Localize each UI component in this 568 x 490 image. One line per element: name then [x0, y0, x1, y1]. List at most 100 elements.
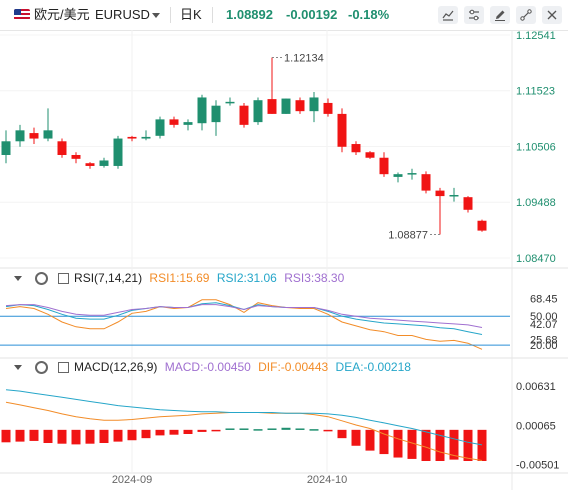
macd-value: MACD:-0.00450: [164, 360, 251, 374]
candle-body[interactable]: [463, 197, 473, 210]
macd-bar[interactable]: [393, 429, 403, 458]
draw-pencil-icon[interactable]: [490, 6, 510, 24]
macd-bar[interactable]: [337, 429, 347, 439]
price-tick-label: 1.11523: [516, 86, 555, 98]
candle-body[interactable]: [365, 152, 375, 158]
candle-body[interactable]: [281, 98, 291, 114]
macd-bar[interactable]: [351, 429, 361, 446]
candle-body[interactable]: [337, 113, 347, 147]
rsi3-value: RSI3:38.30: [284, 271, 345, 285]
macd-bar[interactable]: [267, 428, 277, 430]
candle-body[interactable]: [449, 194, 459, 197]
candle-body[interactable]: [379, 157, 389, 175]
indicator-icon[interactable]: [516, 6, 536, 24]
macd-bar[interactable]: [183, 429, 193, 434]
candle-body[interactable]: [267, 99, 277, 114]
symbol-name[interactable]: 欧元/美元: [34, 0, 90, 30]
close-icon[interactable]: [542, 6, 562, 24]
indicator-box-icon: [57, 273, 69, 285]
macd-bar[interactable]: [43, 429, 53, 443]
candle-body[interactable]: [113, 138, 123, 166]
candle-body[interactable]: [183, 122, 193, 125]
candle-body[interactable]: [407, 173, 417, 175]
macd-bar[interactable]: [99, 429, 109, 443]
candle-body[interactable]: [169, 119, 179, 125]
x-axis-label: 2024-09: [112, 474, 152, 486]
rsi-title[interactable]: RSI(7,14,21): [74, 271, 142, 285]
candle-body[interactable]: [239, 105, 249, 125]
macd-bar[interactable]: [71, 429, 81, 445]
candle-body[interactable]: [15, 130, 25, 142]
candle-body[interactable]: [211, 105, 221, 123]
gear-icon[interactable]: [35, 272, 49, 286]
candle-body[interactable]: [309, 97, 319, 112]
macd-bar[interactable]: [155, 429, 165, 436]
rsi-legend: RSI(7,14,21) RSI1:15.69 RSI2:31.06 RSI3:…: [14, 270, 348, 286]
macd-legend: MACD(12,26,9) MACD:-0.00450 DIF:-0.00443…: [14, 359, 415, 375]
candle-chart-icon[interactable]: [438, 6, 458, 24]
macd-title[interactable]: MACD(12,26,9): [74, 360, 157, 374]
candle-body[interactable]: [155, 119, 165, 136]
symbol-code[interactable]: EURUSD: [95, 0, 150, 30]
gear-icon[interactable]: [35, 361, 49, 375]
macd-bar[interactable]: [239, 428, 249, 430]
rsi2-value: RSI2:31.06: [216, 271, 277, 285]
candle-body[interactable]: [435, 190, 445, 197]
toolbar-divider: [212, 7, 213, 23]
macd-bar[interactable]: [295, 428, 305, 430]
candle-body[interactable]: [421, 174, 431, 191]
timeframe-selector[interactable]: 日K: [180, 0, 202, 30]
candle-body[interactable]: [127, 136, 137, 139]
macd-bar[interactable]: [253, 429, 263, 431]
candle-body[interactable]: [295, 100, 305, 112]
macd-bar[interactable]: [57, 429, 67, 444]
collapse-icon[interactable]: [14, 365, 22, 371]
candle-body[interactable]: [393, 174, 403, 177]
candle-body[interactable]: [99, 160, 109, 166]
candle-body[interactable]: [141, 136, 151, 139]
macd-bar[interactable]: [197, 429, 207, 432]
price-change-pct: -0.18%: [348, 7, 390, 22]
macd-bar[interactable]: [169, 429, 179, 435]
price-chart[interactable]: 1.12541 1.11523 1.10506 1.09488 1.08470 1.121…: [0, 30, 568, 490]
price-tick-label: 1.10506: [516, 141, 556, 153]
macd-bar[interactable]: [127, 429, 137, 441]
macd-bar[interactable]: [29, 429, 39, 441]
candle-body[interactable]: [351, 144, 361, 153]
collapse-icon[interactable]: [14, 276, 22, 282]
rsi-tick-label: 20.00: [530, 340, 558, 352]
macd-bar[interactable]: [477, 429, 487, 461]
chart-settings-icon[interactable]: [464, 6, 484, 24]
candle-body[interactable]: [57, 141, 67, 155]
candle-body[interactable]: [71, 154, 81, 159]
macd-bar[interactable]: [113, 429, 123, 442]
macd-bar[interactable]: [211, 429, 221, 432]
price-tick-label: 1.12541: [516, 30, 556, 42]
low-price-label: 1.08877: [388, 229, 428, 241]
macd-bar[interactable]: [281, 427, 291, 430]
macd-bar[interactable]: [323, 429, 333, 432]
macd-bar[interactable]: [421, 429, 431, 461]
candle-body[interactable]: [85, 163, 95, 166]
macd-bar[interactable]: [309, 429, 319, 431]
macd-bar[interactable]: [141, 429, 151, 439]
toolbar: 欧元/美元 EURUSD 日K 1.08892 -0.00192 -0.18%: [0, 0, 568, 31]
candle-body[interactable]: [253, 100, 263, 123]
dea-value: DEA:-0.00218: [335, 360, 411, 374]
macd-bar[interactable]: [1, 429, 11, 443]
chevron-down-icon[interactable]: [152, 13, 160, 18]
macd-bar[interactable]: [85, 429, 95, 444]
macd-tick-label: -0.00501: [516, 460, 559, 472]
macd-bar[interactable]: [15, 429, 25, 442]
candle-body[interactable]: [197, 97, 207, 124]
candle-body[interactable]: [29, 133, 39, 139]
candle-body[interactable]: [477, 220, 487, 231]
candle-body[interactable]: [1, 141, 11, 155]
candle-body[interactable]: [225, 101, 235, 104]
macd-bar[interactable]: [365, 429, 375, 451]
candle-body[interactable]: [43, 130, 53, 139]
last-price: 1.08892: [226, 7, 273, 22]
macd-bar[interactable]: [463, 429, 473, 461]
candle-body[interactable]: [323, 102, 333, 114]
macd-bar[interactable]: [225, 428, 235, 430]
